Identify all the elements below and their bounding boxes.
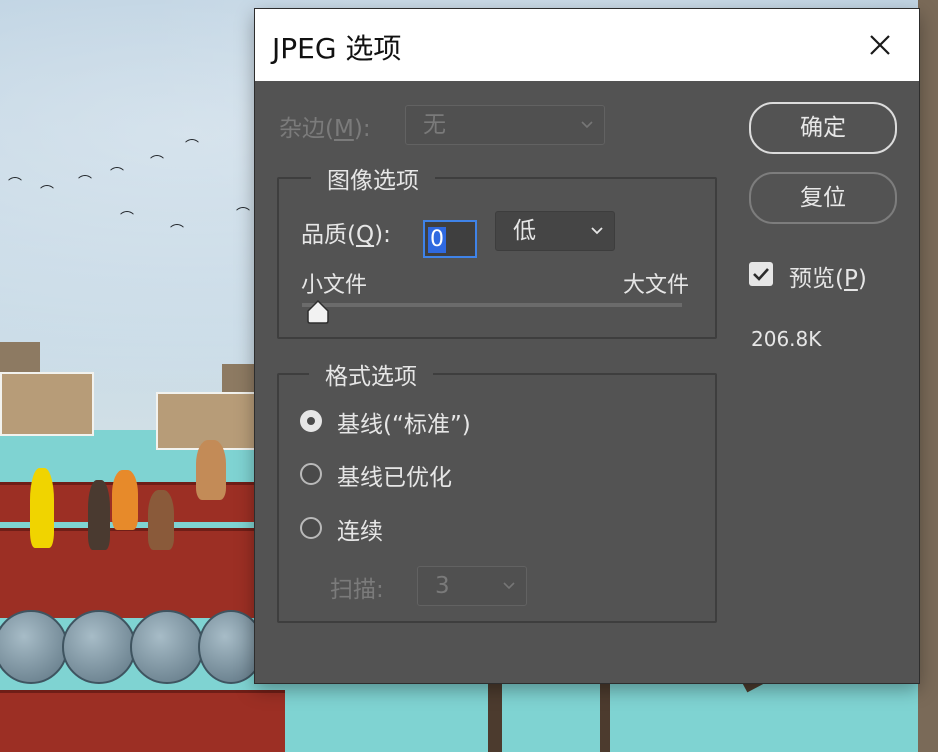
quality-slider-track[interactable]	[302, 303, 682, 307]
radio-baseline-standard[interactable]	[300, 410, 322, 432]
dialog-title: JPEG 选项	[272, 32, 402, 65]
radio-baseline-optimized[interactable]	[300, 463, 322, 485]
slider-max-label: 大文件	[623, 273, 690, 298]
quality-preset-select[interactable]: 低	[495, 211, 615, 251]
radio-progressive[interactable]	[300, 517, 322, 539]
image-options-group: 图像选项	[277, 161, 717, 339]
quality-input[interactable]: 0	[423, 220, 477, 258]
wooden-pole	[488, 683, 502, 752]
matte-label: 杂边(M):	[279, 116, 371, 142]
barrel	[130, 610, 204, 684]
radio-baseline-standard-label[interactable]: 基线(“标准”)	[337, 405, 471, 439]
quality-input-value: 0	[428, 227, 446, 253]
image-options-legend: 图像选项	[311, 161, 435, 195]
child-figure	[112, 470, 138, 530]
close-icon	[870, 35, 890, 55]
bird-icon: ⌒	[236, 207, 250, 223]
format-options-legend: 格式选项	[309, 357, 433, 391]
child-figure	[196, 440, 226, 500]
matte-select[interactable]: 无	[405, 105, 605, 145]
radio-progressive-label[interactable]: 连续	[337, 512, 383, 546]
preview-label[interactable]: 预览(P)	[789, 259, 867, 293]
bird-icon: ⌒	[185, 139, 199, 155]
bird-icon: ⌒	[120, 211, 134, 227]
bird-icon: ⌒	[170, 224, 184, 240]
preview-checkbox[interactable]	[749, 262, 773, 286]
slider-min-label: 小文件	[301, 273, 368, 298]
bird-icon: ⌒	[40, 185, 54, 201]
bird-icon: ⌒	[150, 155, 164, 171]
matte-select-value: 无	[423, 112, 446, 138]
child-figure	[88, 480, 110, 550]
right-edge-structure	[918, 0, 938, 752]
checkmark-icon	[753, 268, 769, 281]
radio-baseline-optimized-label[interactable]: 基线已优化	[337, 458, 452, 492]
quality-label: 品质(Q):	[301, 222, 391, 248]
child-figure	[148, 490, 174, 550]
hut-roof	[0, 342, 40, 372]
reset-button[interactable]: 复位	[749, 172, 897, 224]
bird-icon: ⌒	[110, 167, 124, 183]
close-button[interactable]	[859, 27, 899, 63]
scans-select-value: 3	[435, 573, 450, 599]
barrel	[62, 610, 136, 684]
scans-select[interactable]: 3	[417, 566, 527, 606]
wooden-pole	[600, 683, 610, 752]
slider-thumb-icon[interactable]	[305, 299, 331, 325]
chevron-down-icon	[503, 582, 515, 590]
bird-icon: ⌒	[78, 175, 92, 191]
child-figure	[30, 468, 54, 548]
bird-icon: ⌒	[8, 177, 22, 193]
jpeg-options-dialog: JPEG 选项 杂边(M): 无 图像选项 品质(Q): 0 低 小文件 大文件	[255, 9, 919, 683]
file-size-readout: 206.8K	[751, 327, 822, 351]
stilt-hut	[0, 372, 94, 436]
ok-button[interactable]: 确定	[749, 102, 897, 154]
chevron-down-icon	[591, 227, 603, 235]
quality-preset-value: 低	[513, 218, 536, 244]
dialog-titlebar: JPEG 选项	[255, 9, 919, 81]
red-deck	[0, 690, 285, 752]
scans-label: 扫描:	[330, 577, 384, 603]
chevron-down-icon	[581, 121, 593, 129]
